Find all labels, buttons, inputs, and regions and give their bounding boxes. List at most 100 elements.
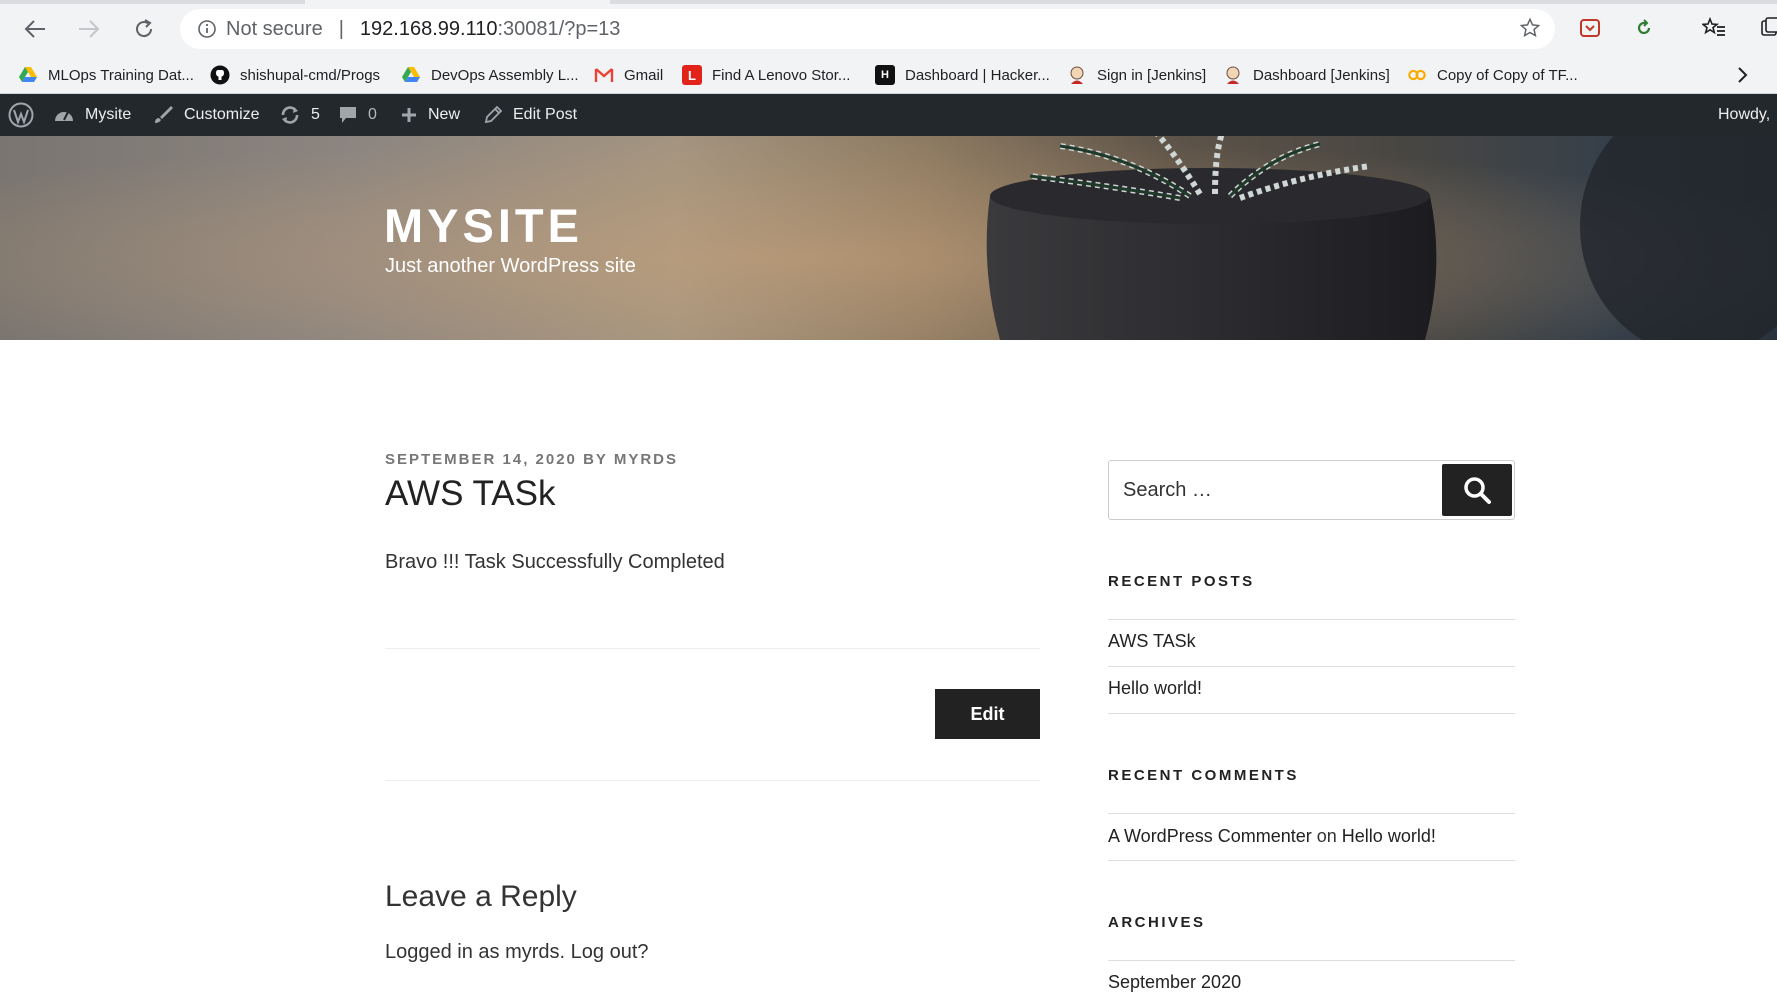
back-button[interactable]	[19, 13, 51, 45]
security-label: Not secure	[226, 17, 323, 40]
comments-link[interactable]: 0	[338, 94, 377, 136]
bookmark-gmail[interactable]: Gmail	[594, 62, 663, 88]
edit-button[interactable]: Edit	[935, 689, 1040, 739]
customize-link[interactable]: Customize	[152, 94, 260, 136]
reload-icon	[136, 19, 153, 38]
post-meta: SEPTEMBER 14, 2020 BY MYRDS	[385, 451, 678, 468]
google-drive-icon	[18, 65, 38, 85]
post-date[interactable]: SEPTEMBER 14, 2020	[385, 451, 577, 468]
leave-reply-heading: Leave a Reply	[385, 880, 577, 913]
tab-strip-edge	[0, 0, 305, 4]
bookmark-label: Dashboard [Jenkins]	[1253, 66, 1390, 84]
tab-strip-edge	[610, 0, 1777, 4]
url-host: 192.168.99.110	[359, 17, 498, 40]
dashboard-gauge-icon	[55, 111, 73, 121]
new-label: New	[428, 106, 461, 123]
bookmark-label: Gmail	[624, 66, 664, 84]
bookmark-label: Copy of Copy of TF...	[1437, 66, 1578, 84]
updates-link[interactable]: 5	[279, 94, 320, 136]
pocket-extension-icon[interactable]	[1576, 14, 1604, 42]
comment-author-link[interactable]: A WordPress Commenter	[1108, 826, 1312, 846]
site-tagline: Just another WordPress site	[385, 255, 636, 277]
bookmark-jenkins-signin[interactable]: Sign in [Jenkins]	[1067, 62, 1206, 88]
divider	[385, 648, 1040, 649]
bookmark-devops[interactable]: DevOps Assembly L...	[401, 62, 579, 88]
comment-bubble-icon	[340, 107, 356, 123]
recent-post-link[interactable]: Hello world!	[1108, 678, 1202, 699]
jenkins-icon	[1223, 65, 1243, 85]
comments-count: 0	[368, 106, 377, 123]
divider	[1108, 619, 1515, 620]
forward-arrow-icon	[79, 20, 100, 38]
search-icon	[1464, 477, 1491, 504]
recent-posts-heading: RECENT POSTS	[1108, 573, 1255, 590]
logged-in-user-link[interactable]: myrds.	[505, 941, 565, 963]
bookmarks-bar: MLOps Training Dat... shishupal-cmd/Prog…	[0, 56, 1777, 94]
reload-button[interactable]	[128, 13, 160, 45]
archives-heading: ARCHIVES	[1108, 914, 1206, 931]
post-title: AWS TASk	[385, 474, 556, 513]
bookmark-label: shishupal-cmd/Progs	[240, 66, 381, 84]
browser-toolbar: Not secure | 192.168.99.110:30081/?p=13	[0, 0, 1777, 56]
edit-post-link[interactable]: Edit Post	[483, 94, 577, 136]
post-content: Bravo !!! Task Successfully Completed	[385, 551, 725, 573]
bookmark-hackerrank[interactable]: H Dashboard | Hacker...	[875, 62, 1050, 88]
bookmark-mlops[interactable]: MLOps Training Dat...	[18, 62, 194, 88]
search-form	[1108, 460, 1515, 520]
archive-link[interactable]: September 2020	[1108, 972, 1241, 993]
recent-post-link[interactable]: AWS TASk	[1108, 631, 1196, 652]
forward-button[interactable]	[73, 13, 105, 45]
plus-icon	[402, 108, 416, 122]
bookmark-lenovo[interactable]: L Find A Lenovo Stor...	[682, 62, 850, 88]
url-path: :30081/?p=13	[497, 17, 621, 40]
wordpress-logo-menu[interactable]	[8, 94, 44, 136]
hackerrank-icon: H	[875, 65, 895, 85]
search-button[interactable]	[1442, 464, 1512, 516]
site-name-menu[interactable]: Mysite	[53, 94, 131, 136]
comment-on-text: on	[1316, 826, 1337, 846]
lenovo-icon: L	[682, 65, 702, 85]
bookmark-label: Find A Lenovo Stor...	[712, 66, 851, 84]
comment-post-link[interactable]: Hello world!	[1342, 826, 1436, 846]
site-name-label: Mysite	[85, 106, 132, 123]
site-title[interactable]: MYSITE	[384, 198, 583, 253]
bookmark-label: Dashboard | Hacker...	[905, 66, 1050, 84]
jenkins-icon	[1067, 65, 1087, 85]
new-content-menu[interactable]: New	[400, 94, 460, 136]
divider	[1108, 813, 1515, 814]
wp-admin-bar: Mysite Customize 5 0 New Edit Post Howdy…	[0, 94, 1777, 136]
chevron-right-icon[interactable]	[1737, 66, 1749, 89]
divider	[1108, 860, 1515, 861]
pencil-icon	[484, 105, 503, 124]
recent-comments-heading: RECENT COMMENTS	[1108, 767, 1299, 784]
post-by: BY	[583, 451, 608, 468]
my-account-menu[interactable]: Howdy,	[1718, 94, 1770, 136]
google-drive-icon	[401, 65, 421, 85]
bookmark-label: MLOps Training Dat...	[48, 66, 194, 84]
logout-link[interactable]: Log out?	[571, 941, 649, 963]
info-icon[interactable]	[196, 18, 218, 40]
divider	[1108, 666, 1515, 667]
site-header: MYSITE Just another WordPress site	[0, 136, 1777, 340]
search-input[interactable]	[1123, 461, 1423, 519]
howdy-label: Howdy,	[1718, 106, 1771, 123]
bookmark-colab[interactable]: Copy of Copy of TF...	[1407, 62, 1578, 88]
brush-icon	[155, 106, 173, 123]
bookmark-label: Sign in [Jenkins]	[1097, 66, 1207, 84]
divider	[385, 780, 1040, 781]
refresh-extension-icon[interactable]	[1630, 14, 1658, 42]
bookmark-jenkins-dashboard[interactable]: Dashboard [Jenkins]	[1223, 62, 1390, 88]
github-icon	[210, 65, 230, 85]
recent-comment-item: A WordPress Commenter on Hello world!	[1108, 826, 1436, 847]
address-bar[interactable]: Not secure | 192.168.99.110:30081/?p=13	[180, 9, 1555, 49]
colab-icon	[1407, 65, 1427, 85]
header-image	[0, 136, 1777, 340]
collections-icon[interactable]	[1756, 14, 1777, 42]
divider	[1108, 713, 1515, 714]
post-author[interactable]: MYRDS	[614, 451, 678, 468]
favorites-icon[interactable]	[1700, 14, 1728, 42]
wordpress-logo-icon	[8, 102, 34, 128]
edit-post-label: Edit Post	[513, 106, 578, 123]
bookmark-star-icon[interactable]	[1519, 17, 1541, 45]
bookmark-github[interactable]: shishupal-cmd/Progs	[210, 62, 380, 88]
